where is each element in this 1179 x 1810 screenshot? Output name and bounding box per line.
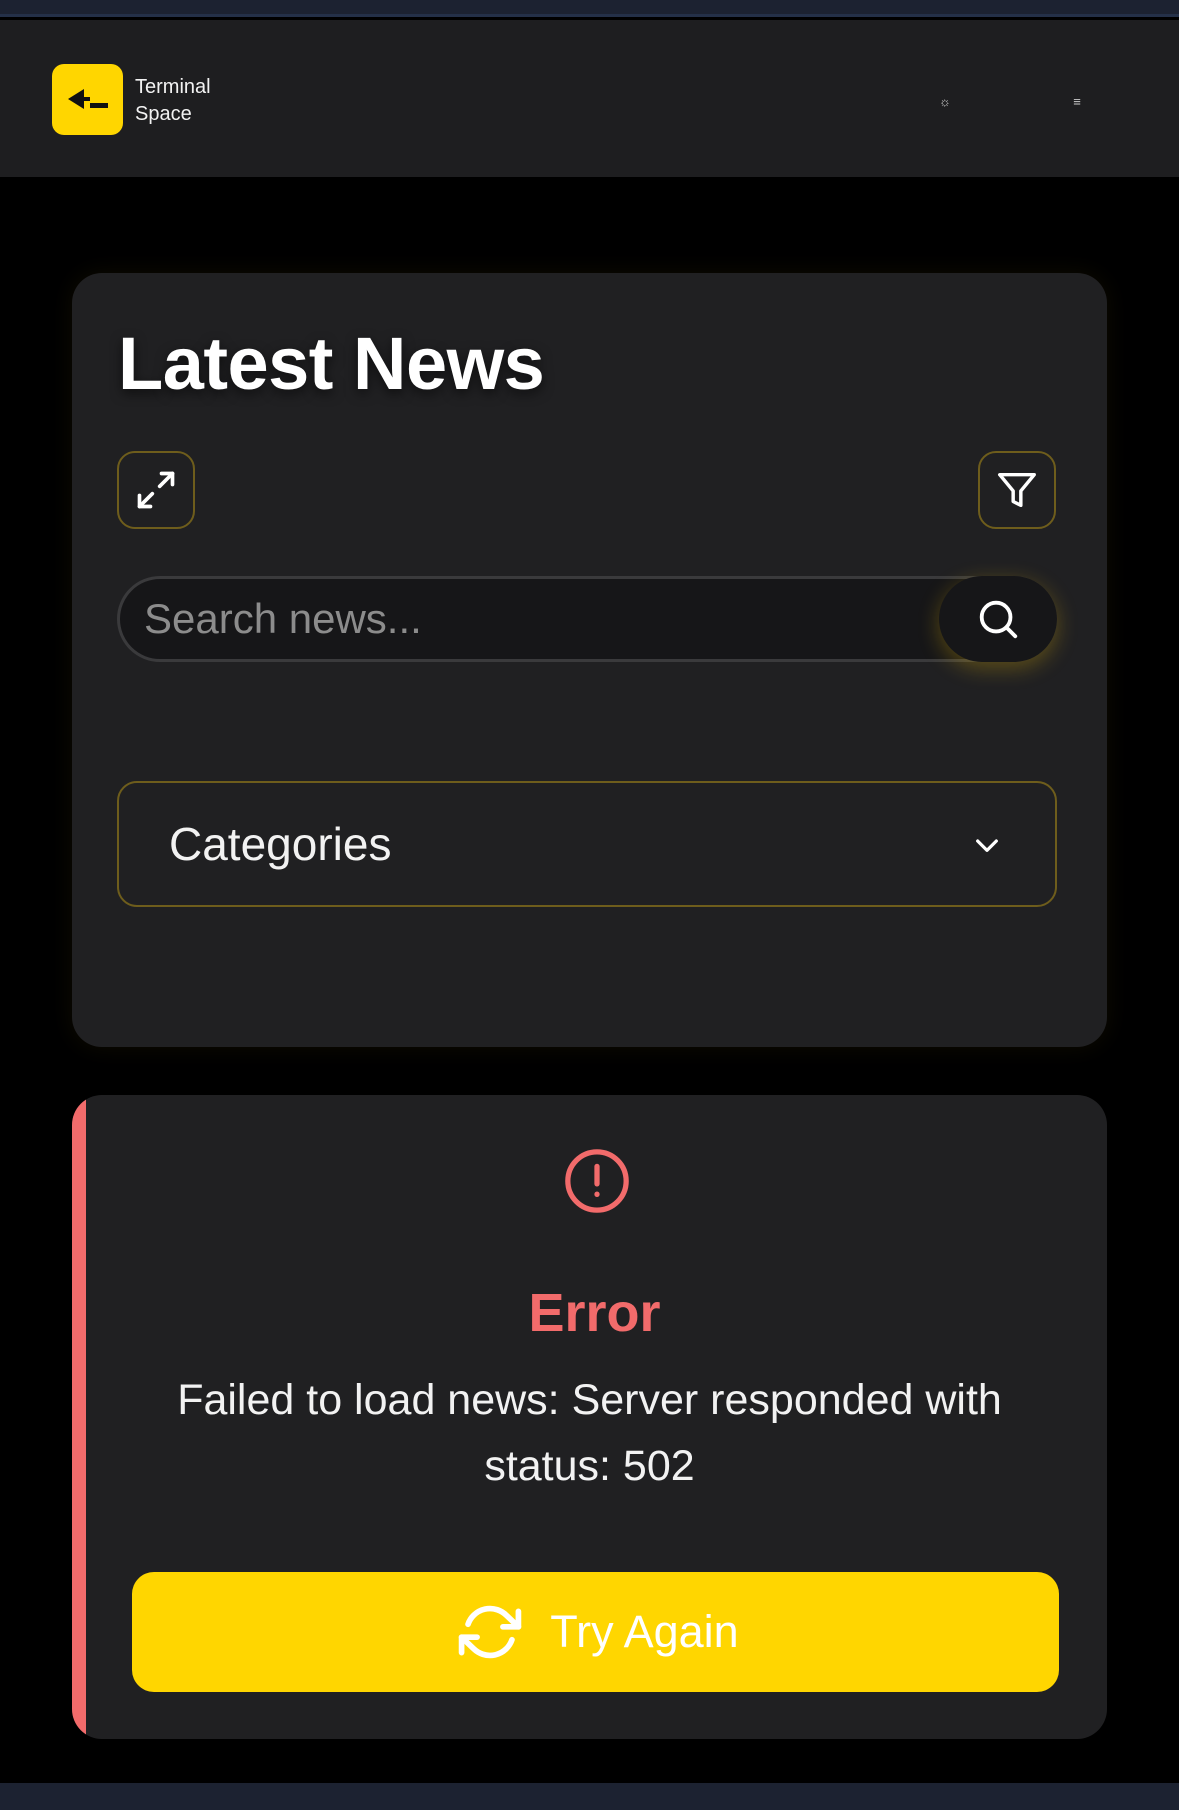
- search-input[interactable]: [144, 579, 924, 659]
- search-button[interactable]: [939, 576, 1057, 662]
- alert-circle-icon: [565, 1149, 629, 1213]
- page: Terminal Space ☼ ≡ Latest News Search ne…: [0, 0, 1179, 1810]
- terminal-prompt-icon: [68, 89, 108, 109]
- chevron-down-icon: [976, 839, 998, 852]
- filter-button[interactable]: [978, 451, 1056, 529]
- refresh-icon: [459, 1605, 522, 1659]
- try-again-button[interactable]: Try Again: [132, 1572, 1059, 1692]
- logo-line-1: Terminal: [135, 76, 211, 98]
- error-accent-bar: [72, 1095, 86, 1739]
- expand-button[interactable]: [117, 451, 195, 529]
- error-card: Error Failed to load news: Server respon…: [72, 1095, 1107, 1739]
- expand-icon: [137, 471, 175, 509]
- categories-dropdown[interactable]: Categories: [117, 781, 1057, 907]
- filter-icon: [998, 472, 1036, 508]
- search-icon: [979, 600, 1018, 639]
- site-header: Terminal Space ☼ ≡: [0, 20, 1179, 177]
- logo-text[interactable]: Terminal Space: [135, 74, 211, 128]
- bottom-strip: [0, 1783, 1179, 1810]
- sun-icon[interactable]: ☼: [930, 86, 960, 116]
- error-message: Failed to load news: Server responded wi…: [177, 1376, 1002, 1490]
- categories-label: Categories: [169, 818, 392, 870]
- top-strip: [0, 0, 1179, 17]
- menu-icon[interactable]: ≡: [1062, 86, 1092, 116]
- search-bar: [117, 576, 1057, 662]
- news-panel: Latest News Categorie: [72, 273, 1107, 1047]
- page-title: Latest News: [118, 322, 545, 405]
- logo-line-2: Space: [135, 103, 192, 125]
- try-again-label: Try Again: [550, 1606, 739, 1657]
- logo-icon[interactable]: [52, 64, 123, 135]
- error-title: Error: [528, 1283, 661, 1343]
